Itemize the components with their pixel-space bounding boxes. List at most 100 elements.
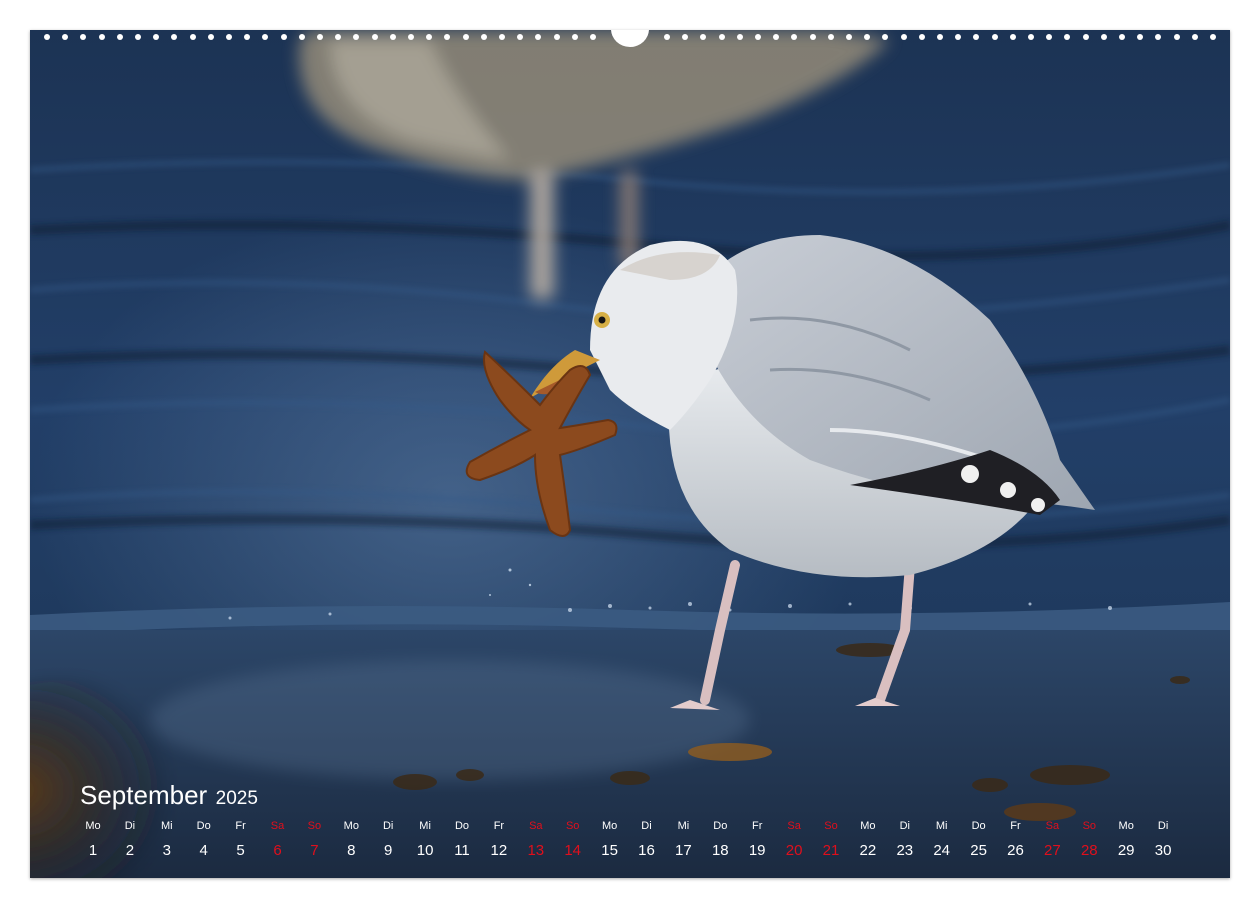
binding-hole <box>480 34 487 40</box>
day-number: 8 <box>347 842 356 859</box>
binding-hole <box>755 34 761 40</box>
day-cell: Mi 10 <box>406 820 444 860</box>
day-cell: So 28 <box>1070 820 1108 860</box>
day-number: 20 <box>785 842 803 859</box>
hanger-notch <box>611 30 649 47</box>
binding-hole <box>98 34 105 40</box>
weekday-label: Di <box>899 820 910 832</box>
binding-hole <box>571 34 578 40</box>
binding-hole <box>1173 34 1180 40</box>
day-number: 25 <box>970 842 987 859</box>
day-cell: Do 25 <box>960 820 998 860</box>
day-number: 21 <box>822 842 840 859</box>
day-number: 10 <box>416 842 434 859</box>
weekday-label: Mi <box>160 820 173 832</box>
day-cell: So 7 <box>295 820 333 860</box>
binding-hole <box>171 34 178 40</box>
weekday-label: Di <box>382 820 394 832</box>
binding-hole <box>462 34 469 40</box>
day-number: 17 <box>675 842 692 859</box>
binding-hole <box>116 34 123 40</box>
weekday-label: Di <box>124 820 136 832</box>
weekday-label: Fr <box>1010 820 1021 832</box>
binding-hole <box>937 34 943 40</box>
binding-hole <box>62 34 69 40</box>
binding-hole <box>736 34 743 40</box>
binding-hole <box>244 34 251 40</box>
day-number: 6 <box>273 842 282 859</box>
day-cell: Fr 26 <box>997 820 1035 860</box>
day-number: 18 <box>711 842 729 859</box>
weekday-label: Do <box>713 820 728 832</box>
day-number: 3 <box>162 842 171 859</box>
day-number: 24 <box>933 842 951 859</box>
weekday-label: Mi <box>935 820 948 832</box>
binding-hole <box>280 34 287 40</box>
weekday-label: Sa <box>787 820 801 832</box>
weekday-label: Sa <box>529 820 543 832</box>
binding-hole <box>1210 34 1216 40</box>
day-number: 23 <box>896 842 914 859</box>
day-cell: Di 16 <box>628 820 666 860</box>
binding-hole <box>1046 34 1053 40</box>
weekday-label: Di <box>1157 820 1169 832</box>
binding-hole <box>900 34 907 40</box>
binding-hole <box>590 34 596 40</box>
binding-hole <box>226 34 232 40</box>
binding-hole <box>700 34 707 40</box>
binding-hole <box>791 34 798 40</box>
day-number: 14 <box>564 842 582 859</box>
day-number: 5 <box>236 842 245 859</box>
calendar-title: September 2025 <box>80 780 258 811</box>
day-cell: Fr 19 <box>738 820 776 860</box>
day-number: 22 <box>859 842 877 859</box>
binding-hole <box>664 34 670 40</box>
day-number: 26 <box>1007 842 1024 859</box>
weekday-label: Do <box>196 820 211 832</box>
weekday-label: Mi <box>419 820 431 832</box>
day-cell: Di 9 <box>369 820 407 860</box>
year: 2025 <box>215 788 258 809</box>
day-cell: Fr 12 <box>480 820 518 860</box>
day-cell: Di 23 <box>886 820 924 860</box>
binding-hole <box>335 34 342 40</box>
binding-hole <box>535 34 542 40</box>
binding-hole <box>682 34 689 40</box>
binding-hole <box>991 34 998 40</box>
day-cell: Mi 3 <box>148 820 186 860</box>
binding-hole <box>80 34 87 40</box>
binding-hole <box>153 34 160 40</box>
binding-hole <box>1137 34 1144 40</box>
weekday-label: Mo <box>601 820 618 832</box>
weekday-label: Fr <box>751 820 763 832</box>
binding-hole <box>317 34 323 40</box>
day-number: 11 <box>454 842 470 859</box>
day-number: 7 <box>310 842 319 859</box>
month-name: September <box>80 780 208 810</box>
day-cell: Do 18 <box>701 820 739 860</box>
weekday-label: Do <box>454 820 470 832</box>
day-number: 30 <box>1154 842 1172 859</box>
day-number: 9 <box>384 842 393 859</box>
day-cell: Di 2 <box>111 820 149 860</box>
day-cell: Mo 1 <box>74 820 112 860</box>
binding-hole <box>135 34 141 40</box>
weekday-label: So <box>824 820 838 832</box>
day-number: 13 <box>527 842 545 859</box>
binding-hole <box>718 34 725 40</box>
day-cell: Do 4 <box>185 820 223 860</box>
binding-hole <box>864 34 871 40</box>
binding-hole <box>1082 34 1089 40</box>
binding-hole <box>846 34 852 40</box>
binding-hole <box>371 34 378 40</box>
weekday-label: Do <box>971 820 986 832</box>
binding-hole <box>809 34 816 40</box>
binding-hole <box>499 34 505 40</box>
weekday-label: Mi <box>677 820 690 832</box>
day-cell: Sa 20 <box>775 820 813 860</box>
calendar-page: September 2025 Mo 1 Di 2 Mi 3 Do 4 Fr 5 Sa 6 So 7 Mo 8 D… <box>30 30 1230 878</box>
day-cell: So 21 <box>812 820 850 860</box>
binding-hole <box>426 34 433 40</box>
binding-hole <box>389 34 396 40</box>
binding-hole <box>1064 34 1071 40</box>
